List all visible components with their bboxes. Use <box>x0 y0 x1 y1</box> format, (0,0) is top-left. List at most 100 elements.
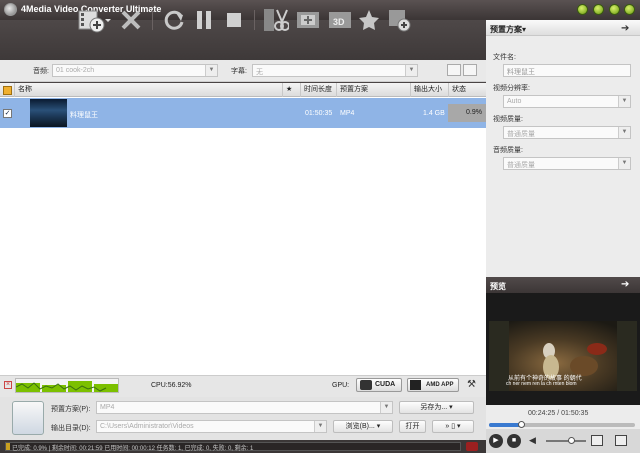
preview-subtitle-2: ch ner nem ren la ch rnten blom <box>506 381 577 387</box>
preview-header <box>486 277 640 293</box>
cpu-graph <box>15 378 119 393</box>
volume-icon[interactable]: ◀ <box>529 435 536 446</box>
profile-device-icon[interactable] <box>12 401 44 435</box>
open-folder-button[interactable]: 打开 <box>399 420 426 433</box>
stop-button[interactable] <box>222 6 246 34</box>
camera-icon[interactable] <box>615 435 627 446</box>
row-name: 料理鼠王 <box>70 112 98 119</box>
open-label: 打开 <box>405 423 420 430</box>
audio-quality-select[interactable]: 普通质量 ▼ <box>503 157 631 170</box>
film-3d-icon: 3D <box>329 12 351 28</box>
nvidia-logo-icon <box>360 380 372 390</box>
col-star[interactable]: ★ <box>282 83 300 97</box>
add-file-button[interactable] <box>76 6 112 34</box>
video-thumbnail <box>30 99 67 127</box>
row-checkbox[interactable]: ✓ <box>3 109 12 118</box>
progress-text: 已完成: 0.9% | 剩余时间: 00:21:59 已用时间: 00:00:1… <box>12 446 254 452</box>
col-name[interactable]: 名称 <box>14 83 282 97</box>
amd-label: AMD APP <box>426 382 454 388</box>
audio-track-value: 01 cook-2ch <box>56 67 95 74</box>
output-dir-select[interactable]: C:\Users\Administrator\Videos ▼ <box>96 420 327 433</box>
row-duration: 01:50:35 <box>305 110 333 117</box>
row-profile: MP4 <box>340 110 355 117</box>
pause-button[interactable] <box>192 6 216 34</box>
settings-wrench-icon[interactable]: ⚒ <box>467 379 479 391</box>
browse-button[interactable]: 浏览(B)... ▾ <box>333 420 393 433</box>
svg-text:3D: 3D <box>333 17 345 27</box>
video-quality-value: 普通质量 <box>507 131 535 138</box>
add-file-icon <box>78 10 111 33</box>
output-dir-label: 输出目录(D): <box>51 425 91 432</box>
close-graph-icon[interactable]: × <box>4 381 12 389</box>
filename-label: 文件名: <box>493 54 516 61</box>
profile-label: 预置方案(P): <box>51 406 91 413</box>
chevron-down-icon: ▼ <box>618 158 630 169</box>
chevron-down-icon: ▼ <box>314 421 326 432</box>
save-as-button[interactable]: 另存为... ▾ <box>399 401 474 414</box>
help-icon[interactable] <box>609 4 620 15</box>
col-profile[interactable]: 预置方案 <box>336 83 410 97</box>
maximize-icon[interactable] <box>593 4 604 15</box>
subtitle-label: 字幕: <box>231 68 247 75</box>
preview-title: 预览 <box>490 282 506 291</box>
video-quality-label: 视频质量: <box>493 116 523 123</box>
snapshot-icon[interactable] <box>591 435 603 446</box>
output-dir-value: C:\Users\Administrator\Videos <box>100 423 194 430</box>
select-all-checkbox[interactable] <box>3 86 12 95</box>
col-size[interactable]: 输出大小 <box>410 83 448 97</box>
video-quality-select[interactable]: 普通质量 ▼ <box>503 126 631 139</box>
film-merge-icon <box>297 12 319 28</box>
chevron-down-icon: ▼ <box>405 65 417 76</box>
seek-handle[interactable] <box>518 421 525 428</box>
shutdown-icon[interactable] <box>466 442 478 451</box>
seek-bar[interactable] <box>489 423 635 427</box>
effects-button[interactable] <box>356 6 382 34</box>
preview-expand-icon[interactable]: ➔ <box>621 279 629 290</box>
clip-button[interactable] <box>262 6 290 34</box>
col-status[interactable]: 状态 <box>448 83 486 97</box>
close-icon[interactable] <box>624 4 635 15</box>
cpu-usage: CPU:56.92% <box>151 382 192 389</box>
3d-button[interactable]: 3D <box>326 6 354 34</box>
resolution-select[interactable]: Auto ▼ <box>503 95 631 108</box>
seek-fill <box>489 423 522 427</box>
scissors-icon <box>264 9 289 31</box>
audio-track-select[interactable]: 01 cook-2ch ▼ <box>52 64 218 77</box>
browse-label: 浏览(B)... <box>345 423 375 430</box>
arrow-right-icon[interactable]: ➔ <box>621 23 629 34</box>
volume-slider[interactable] <box>546 440 586 442</box>
add-segment-button[interactable] <box>386 6 412 34</box>
stop-icon <box>227 13 241 27</box>
stop-playback-icon[interactable]: ■ <box>507 434 521 448</box>
amd-logo-icon <box>410 380 421 390</box>
play-icon[interactable]: ▶ <box>489 434 503 448</box>
row-status-progress: 0.9% <box>448 104 486 122</box>
preview-time: 00:24:25 / 01:50:35 <box>528 410 589 417</box>
profile-value: MP4 <box>100 404 115 411</box>
merge-button[interactable] <box>294 6 322 34</box>
refresh-icon <box>164 10 184 30</box>
convert-options-button[interactable]: » ▯ ▾ <box>432 420 474 433</box>
subtitle-select[interactable]: 无 ▼ <box>252 64 418 77</box>
col-duration[interactable]: 时间长度 <box>300 83 336 97</box>
star-effect-icon <box>359 10 379 30</box>
list-view-icon[interactable] <box>447 64 461 76</box>
remove-button[interactable] <box>118 6 144 34</box>
minimize-icon[interactable] <box>577 4 588 15</box>
row-status: 0.9% <box>466 109 482 116</box>
app-logo-icon <box>4 3 17 16</box>
profile-select[interactable]: MP4 ▼ <box>96 401 393 414</box>
filename-value: 料理鼠王 <box>507 69 535 76</box>
audio-quality-value: 普通质量 <box>507 162 535 169</box>
cpu-graph-chart <box>16 381 118 392</box>
filename-input[interactable]: 料理鼠王 <box>503 64 631 77</box>
film-add-icon <box>389 10 411 32</box>
volume-handle[interactable] <box>568 437 575 444</box>
chevron-down-icon: ▼ <box>205 65 217 76</box>
detail-view-icon[interactable] <box>463 64 477 76</box>
subtitle-value: 无 <box>256 69 263 76</box>
save-as-label: 另存为... <box>420 404 448 411</box>
convert-button[interactable] <box>160 6 188 34</box>
row-size: 1.4 GB <box>423 110 445 117</box>
profile-panel-title[interactable]: 预置方案▾ <box>490 24 526 35</box>
